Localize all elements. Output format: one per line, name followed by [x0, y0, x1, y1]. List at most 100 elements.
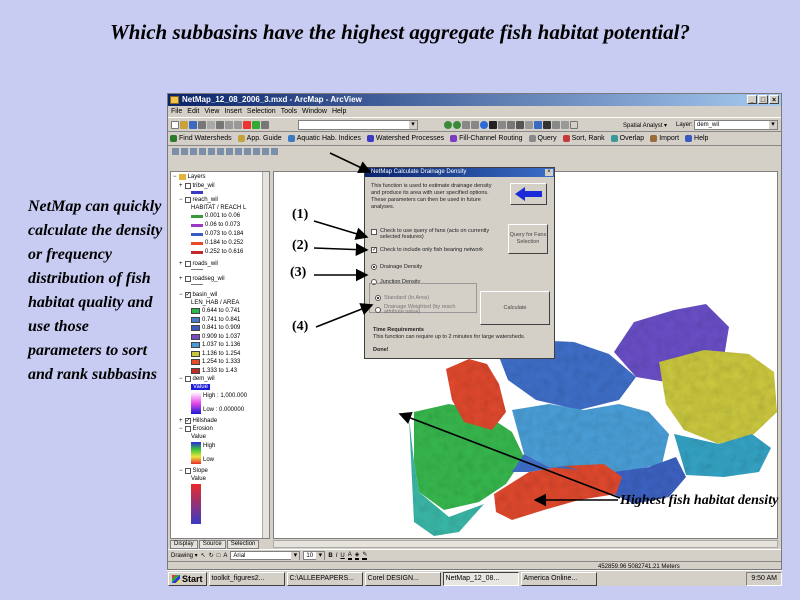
toc-erosion-layer[interactable]: − Erosion — [179, 426, 213, 432]
windows-taskbar: Start toolkit_figures2... C:\ALLEEPAPERS… — [167, 570, 782, 586]
query-fans-option[interactable]: Check to use query of fans (acts on curr… — [371, 228, 503, 240]
dialog-titlebar[interactable]: NetMap Calculate Drainage Density × — [365, 168, 554, 177]
rotate-icon[interactable]: ↻ — [209, 552, 214, 559]
font-color-icon[interactable]: A — [347, 552, 352, 560]
fish-bearing-option[interactable]: ✓ Check to include only fish bearing netw… — [371, 247, 483, 253]
app-guide-button[interactable]: App. Guide — [237, 135, 282, 142]
taskbar-item-corel[interactable]: Corel DESIGN... — [364, 571, 441, 586]
highest-density-annotation: Highest fish habitat density — [620, 493, 779, 508]
standard-tool-icons[interactable] — [171, 121, 269, 129]
fill-channel-routing-button[interactable]: Fill-Channel Routing — [450, 135, 523, 142]
reach-field-label: HABITAT / REACH L — [191, 205, 247, 211]
toc-reach-layer[interactable]: − reach_wil — [179, 197, 218, 203]
menu-window[interactable]: Window — [302, 106, 327, 117]
basin-legend-label: 0.909 to 1.037 — [202, 333, 241, 340]
sort-rank-button[interactable]: Sort, Rank — [562, 135, 605, 142]
taskbar-item-papers[interactable]: C:\ALLEEPAPERS... — [286, 571, 363, 586]
font-size-combo[interactable]: 10 — [303, 551, 326, 560]
reach-legend-label: 0.001 to 0.06 — [205, 213, 241, 219]
basin-legend-label: 1.254 to 1.333 — [202, 359, 241, 365]
fill-channel-icon — [450, 135, 458, 142]
underline-button[interactable]: U — [340, 553, 344, 559]
basin-legend-label: 1.333 to 1.43 — [202, 367, 238, 374]
help-button[interactable]: Help — [685, 135, 708, 142]
basin-legend-label: 0.644 to 0.741 — [202, 308, 241, 314]
subbasin-yellow-east — [659, 350, 777, 444]
toc-dem-layer[interactable]: − dem_wil — [179, 376, 215, 382]
sort-rank-icon — [562, 135, 570, 142]
toc-basin-layer[interactable]: − ✓ basin_wil — [179, 292, 217, 298]
layers-root[interactable]: − Layers — [173, 174, 206, 180]
query-button[interactable]: Query — [528, 135, 557, 142]
aquatic-hab-indices-button[interactable]: Aquatic Hab. Indices — [287, 135, 361, 142]
marker-3: (3) — [290, 265, 307, 280]
toc-slope-layer[interactable]: − Slope — [179, 468, 208, 474]
bold-button[interactable]: B — [328, 553, 332, 559]
toc-roadseg-layer[interactable]: + roadseg_wil — [179, 276, 225, 282]
back-arrow-button[interactable] — [510, 183, 547, 205]
spatial-analyst-label[interactable]: Spatial Analyst ▾ — [623, 122, 667, 129]
tab-selection[interactable]: Selection — [226, 540, 260, 549]
query-fans-selection-button[interactable]: Query for Fans Selection — [508, 224, 548, 254]
window-titlebar[interactable]: NetMap_12_08_2006_3.mxd - ArcMap - ArcVi… — [168, 94, 781, 106]
reach-legend-label: 0.06 to 0.073 — [205, 222, 241, 228]
basin-field-label: LEN_HAB / AREA — [191, 300, 240, 306]
toc-scrollbar[interactable] — [262, 172, 269, 538]
minimize-button[interactable]: _ — [747, 95, 757, 104]
find-watersheds-button[interactable]: Find Watersheds — [170, 135, 232, 142]
maximize-button[interactable]: □ — [758, 95, 768, 104]
toc-roads-layer[interactable]: + roads_wil — [179, 261, 218, 267]
reach-legend-label: 0.184 to 0.252 — [205, 240, 244, 246]
tab-display[interactable]: Display — [170, 540, 198, 549]
menu-tools[interactable]: Tools — [281, 106, 297, 117]
import-button[interactable]: Import — [650, 135, 679, 142]
clock[interactable]: 9:50 AM — [751, 575, 777, 582]
dialog-status: Done! — [373, 347, 389, 353]
editor-toolbar[interactable] — [168, 146, 781, 157]
menu-help[interactable]: Help — [332, 106, 346, 117]
status-bar: 452859.96 5082741.21 Meters — [168, 561, 781, 570]
scale-combo[interactable] — [298, 120, 418, 130]
drainage-density-dialog: NetMap Calculate Drainage Density × This… — [364, 167, 555, 359]
calculate-button[interactable]: Calculate — [480, 291, 550, 325]
basin-legend-row: 1.333 to 1.43 — [191, 367, 238, 374]
marker-2: (2) — [292, 238, 309, 253]
reach-legend-row: 0.073 to 0.184 — [191, 231, 243, 237]
overlap-button[interactable]: Overlap — [610, 135, 644, 142]
drainage-density-radio[interactable]: Drainage Density — [371, 264, 422, 270]
map-horizontal-scrollbar[interactable] — [273, 540, 778, 548]
start-button[interactable]: Start — [168, 571, 207, 586]
menu-selection[interactable]: Selection — [247, 106, 276, 117]
dialog-close-button[interactable]: × — [545, 169, 553, 176]
tools-toolbar-icons[interactable] — [444, 121, 578, 129]
menu-insert[interactable]: Insert — [224, 106, 242, 117]
basin-legend-row: 1.254 to 1.333 — [191, 359, 240, 365]
toc-hillshade-layer[interactable]: + ✓ Hillshade — [179, 418, 217, 424]
drawing-menu[interactable]: Drawing ▾ — [171, 552, 198, 559]
basin-legend-swatch — [191, 350, 200, 357]
line-color-icon[interactable]: ✎ — [362, 551, 368, 560]
watershed-processes-button[interactable]: Watershed Processes — [366, 135, 444, 142]
drainage-weighted-radio[interactable]: Drainage Weighted (by reach attribute va… — [375, 304, 475, 315]
layer-combo[interactable]: dem_wil — [694, 120, 778, 130]
marker-1: (1) — [292, 207, 309, 222]
taskbar-item-toolkit[interactable]: toolkit_figures2... — [208, 571, 285, 586]
menu-view[interactable]: View — [204, 106, 219, 117]
menu-edit[interactable]: Edit — [187, 106, 199, 117]
marker-4: (4) — [292, 319, 309, 334]
italic-button[interactable]: I — [336, 553, 338, 559]
reach-legend-row: 0.184 to 0.252 — [191, 240, 243, 246]
tab-source[interactable]: Source — [198, 540, 226, 549]
fill-color-icon[interactable]: ◈ — [354, 551, 360, 560]
select-arrow-icon[interactable]: ↖ — [201, 552, 206, 559]
taskbar-item-aol[interactable]: America Online... — [520, 571, 597, 586]
standard-area-radio[interactable]: Standard (In Area) — [375, 295, 429, 301]
menu-file[interactable]: File — [171, 106, 182, 117]
rectangle-icon[interactable]: □ — [217, 553, 221, 559]
close-button[interactable]: × — [769, 95, 779, 104]
taskbar-item-netmap[interactable]: NetMap_12_08... — [442, 571, 519, 586]
toc-tribe-layer[interactable]: + tribe_wil — [179, 183, 215, 189]
map-coordinates: 452859.96 5082741.21 Meters — [598, 564, 680, 570]
text-icon[interactable]: A — [223, 553, 227, 559]
font-combo[interactable]: Arial — [230, 551, 301, 560]
